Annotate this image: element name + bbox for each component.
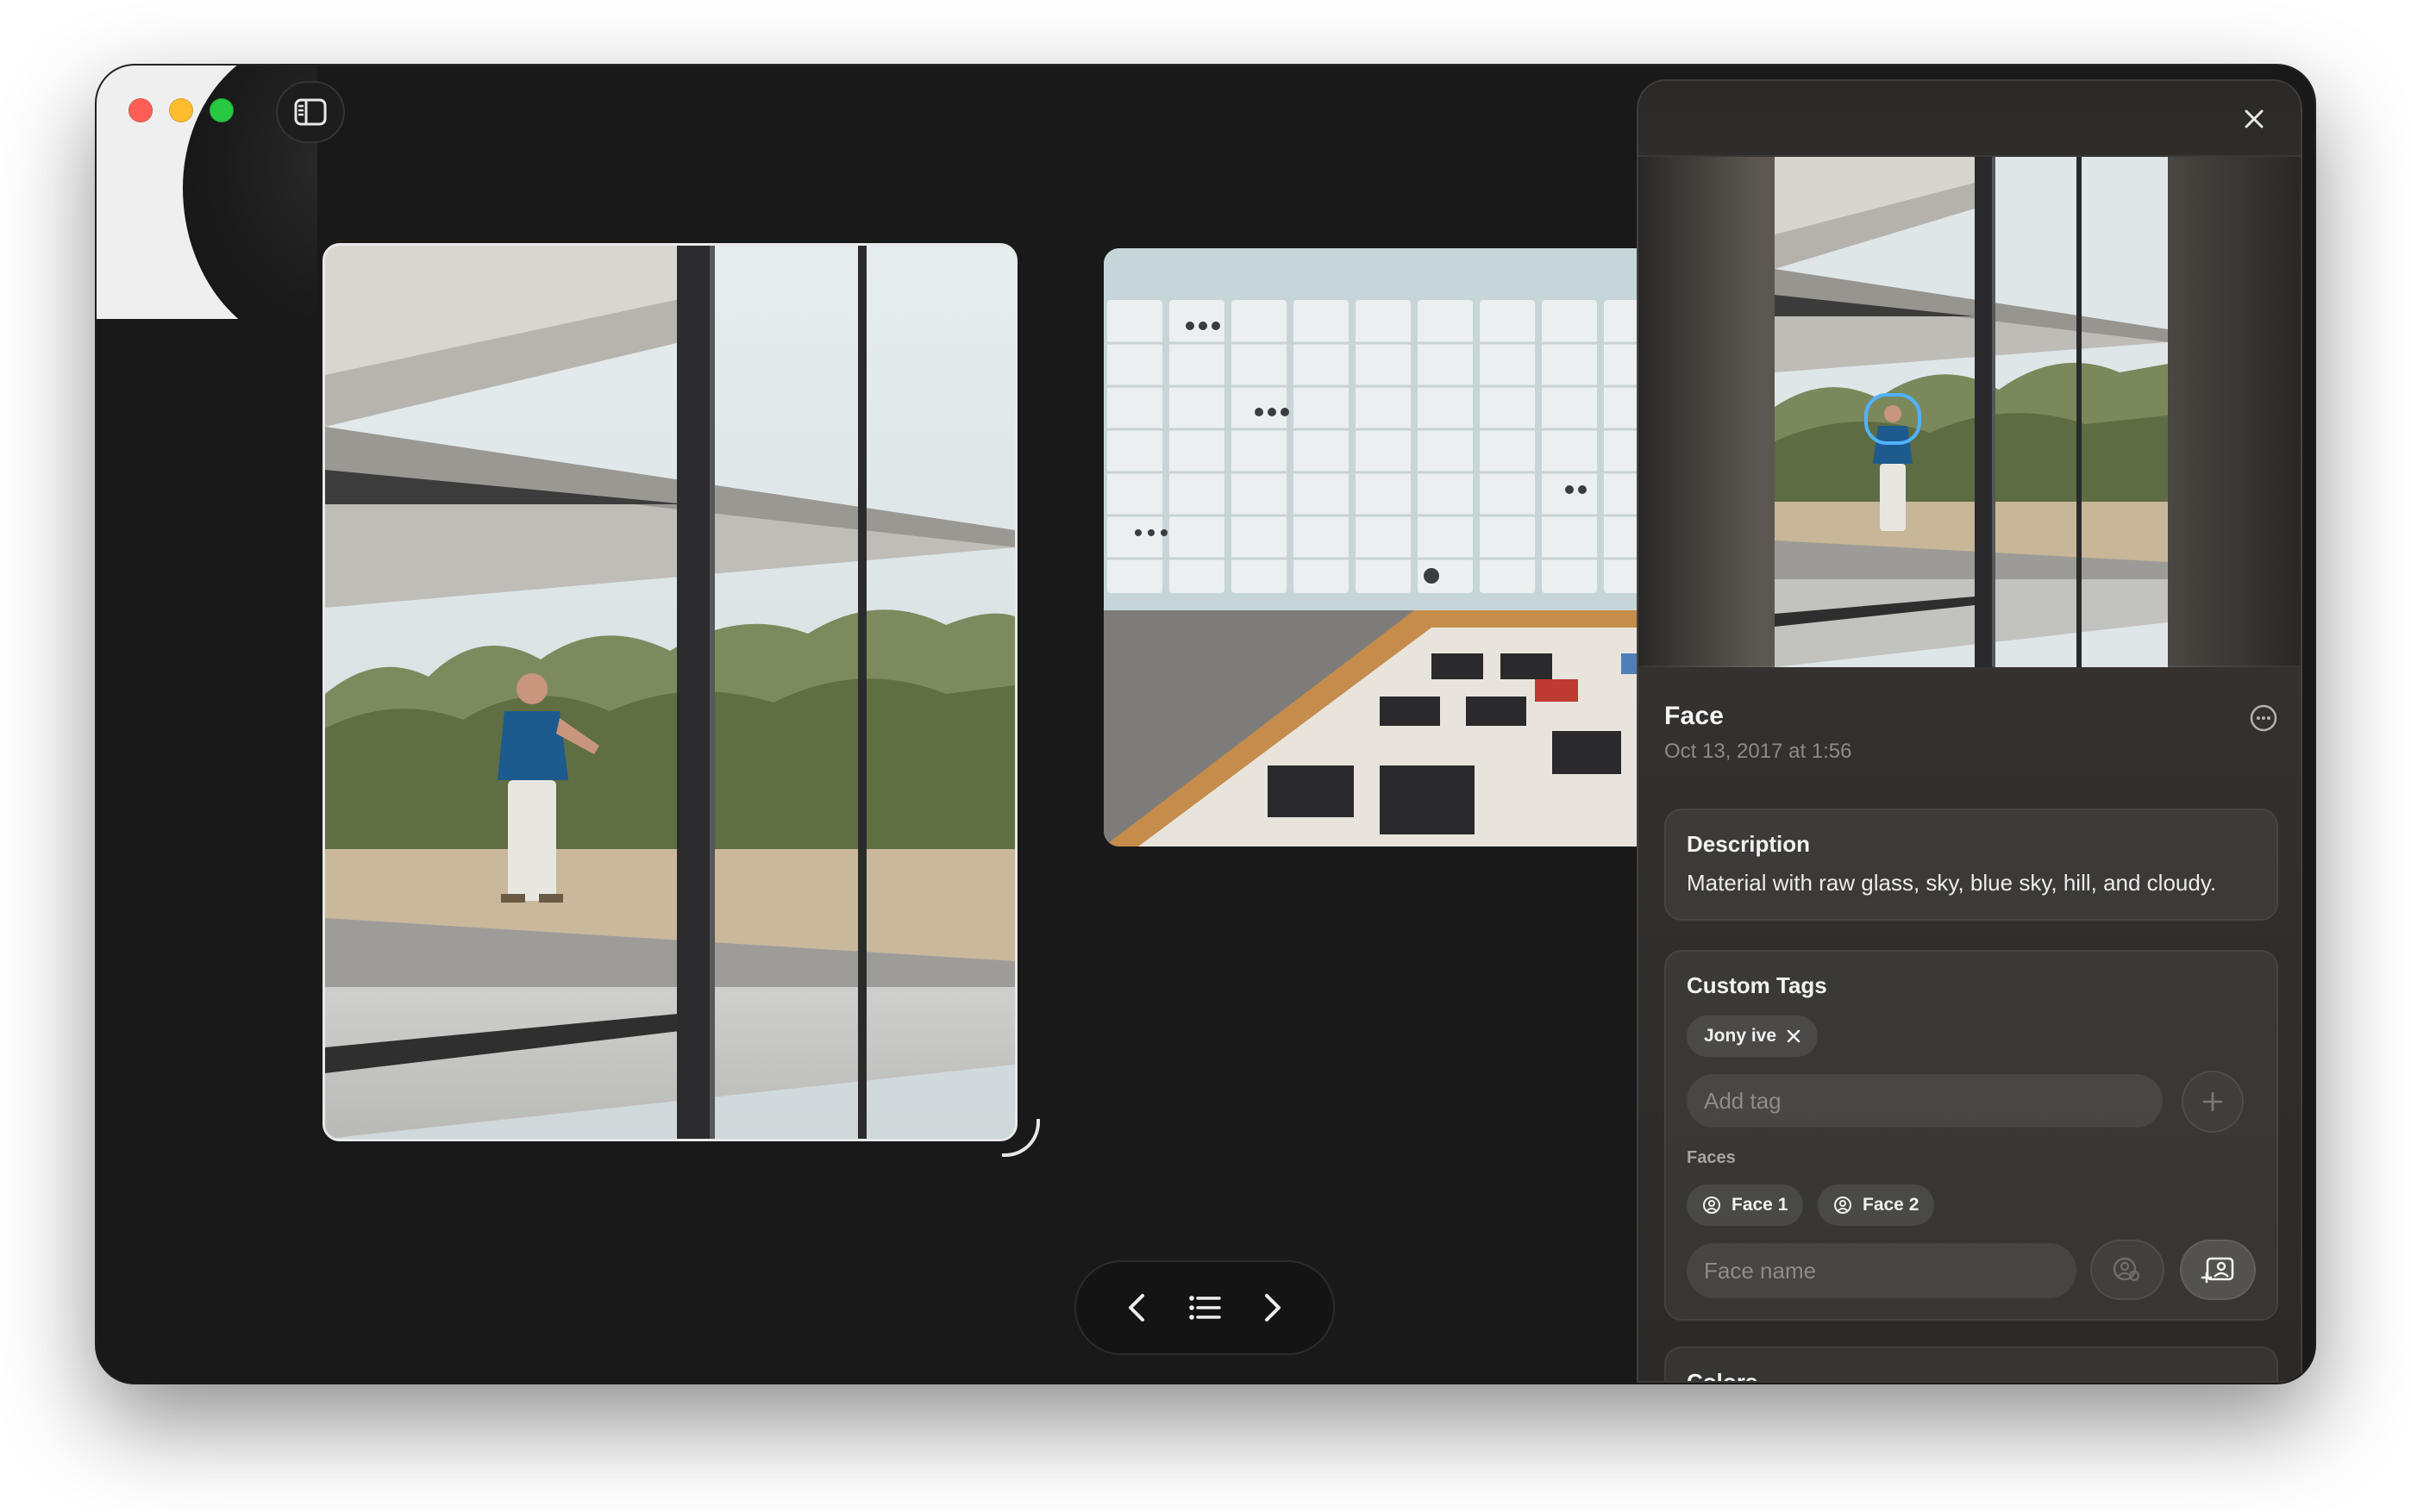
custom-tags-card: Custom Tags Jony ive Faces [1664, 950, 2278, 1321]
tag-label: Jony ive [1704, 1026, 1777, 1046]
next-photo-button[interactable] [1245, 1280, 1300, 1335]
add-person-icon [2201, 1257, 2234, 1284]
maximize-window-button[interactable] [210, 98, 234, 122]
add-tag-button[interactable] [2182, 1071, 2244, 1133]
plus-icon [2202, 1091, 2223, 1112]
sidebar-icon [294, 98, 327, 126]
face-label: Face 2 [1863, 1195, 1919, 1215]
chevron-left-icon [1128, 1294, 1144, 1321]
colors-card: Colors [1664, 1346, 2278, 1383]
inspector-header [1638, 81, 2301, 157]
photo-date: Oct 13, 2017 at 1:56 [1664, 740, 1852, 763]
close-inspector-button[interactable] [2239, 103, 2270, 134]
sidebar-toggle-button[interactable] [276, 81, 345, 143]
close-icon [2245, 109, 2264, 128]
person-circle-icon [1834, 1196, 1851, 1214]
face-chip-2[interactable]: Face 2 [1818, 1184, 1935, 1226]
description-heading: Description [1687, 831, 1811, 857]
description-text: Material with raw glass, sky, blue sky, … [1687, 870, 2217, 896]
ellipsis-circle-icon [2250, 704, 2277, 732]
photo-navigation [1074, 1260, 1335, 1355]
minimize-window-button[interactable] [169, 98, 193, 122]
inspector-panel: Face Oct 13, 2017 at 1:56 Description Ma… [1637, 79, 2302, 1383]
face-label: Face 1 [1732, 1195, 1788, 1215]
list-view-button[interactable] [1177, 1280, 1232, 1335]
tag-chip[interactable]: Jony ive [1687, 1015, 1819, 1057]
inspector-preview [1638, 157, 2301, 667]
next-photo[interactable] [1104, 248, 1725, 847]
description-card: Description Material with raw glass, sky… [1664, 809, 2278, 921]
face-search-button[interactable] [2090, 1240, 2164, 1300]
add-face-button[interactable] [2180, 1240, 2256, 1300]
person-search-icon [2113, 1257, 2140, 1282]
more-options-button[interactable] [2249, 703, 2278, 733]
chevron-right-icon [1265, 1294, 1281, 1321]
preview-photo [1775, 157, 2168, 667]
face-chip-1[interactable]: Face 1 [1687, 1184, 1804, 1226]
person-circle-icon [1703, 1196, 1720, 1214]
face-name-input[interactable] [1687, 1243, 2076, 1298]
close-window-button[interactable] [128, 98, 153, 122]
previous-photo-button[interactable] [1109, 1280, 1164, 1335]
add-tag-input[interactable] [1687, 1074, 2163, 1128]
resize-handle[interactable] [1002, 1119, 1040, 1157]
window-controls [128, 98, 234, 122]
custom-tags-heading: Custom Tags [1687, 972, 1827, 998]
faces-label: Faces [1687, 1148, 1736, 1167]
selected-photo[interactable] [323, 243, 1018, 1141]
colors-heading: Colors [1687, 1369, 1758, 1383]
list-icon [1189, 1296, 1221, 1320]
photo-title: Face [1664, 702, 1725, 730]
remove-tag-icon[interactable] [1787, 1029, 1800, 1043]
inspector-title-row: Face Oct 13, 2017 at 1:56 [1664, 702, 2278, 764]
app-window: Face Oct 13, 2017 at 1:56 Description Ma… [97, 66, 2314, 1383]
